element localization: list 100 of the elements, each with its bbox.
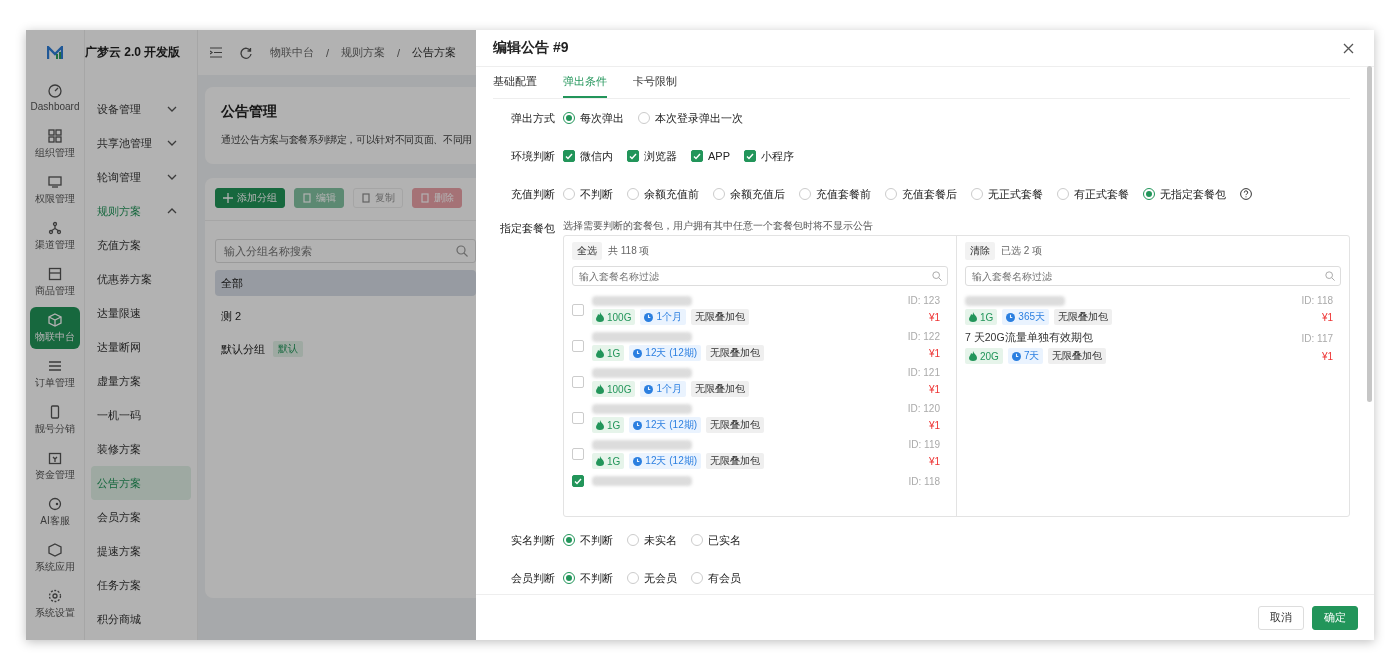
option-label[interactable]: 不判断 (580, 570, 613, 586)
checkbox[interactable] (563, 150, 575, 162)
option-label[interactable]: 本次登录弹出一次 (655, 110, 743, 126)
rail-nav-item[interactable]: 资金管理 (30, 445, 80, 487)
submenu-item[interactable]: 积分商城 (91, 602, 191, 636)
option-label[interactable]: 微信内 (580, 148, 613, 164)
menu-icon[interactable] (210, 47, 222, 58)
submenu-item[interactable]: 提速方案 (91, 534, 191, 568)
option-label[interactable]: 无正式套餐 (988, 186, 1043, 202)
close-icon[interactable] (1343, 42, 1354, 54)
group-list-item[interactable]: 测 2 (215, 303, 476, 329)
radio-button[interactable] (1143, 188, 1155, 200)
rail-nav-item[interactable]: 渠道管理 (30, 215, 80, 257)
package-price: ¥1 (928, 383, 940, 395)
tab[interactable]: 基础配置 (493, 67, 537, 98)
option-label[interactable]: 充值套餐后 (902, 186, 957, 202)
option-label[interactable]: 浏览器 (644, 148, 677, 164)
help-icon[interactable] (1240, 188, 1252, 200)
filter-field[interactable]: 输入套餐名称过滤 (965, 266, 1341, 286)
submenu-item[interactable]: 充值方案 (91, 228, 191, 262)
checkbox[interactable] (744, 150, 756, 162)
radio-button[interactable] (971, 188, 983, 200)
package-price: ¥1 (1321, 350, 1333, 362)
submenu-item[interactable]: 会员方案 (91, 500, 191, 534)
radio-button[interactable] (563, 534, 575, 546)
radio-button[interactable] (885, 188, 897, 200)
checkbox[interactable] (572, 412, 584, 424)
logo-icon (47, 45, 63, 60)
package-tag: 无限叠加包 (691, 309, 750, 325)
refresh-icon[interactable] (240, 46, 252, 59)
option-label[interactable]: 不判断 (580, 532, 613, 548)
panel-action-button[interactable]: 清除 (965, 242, 995, 260)
radio-button[interactable] (627, 572, 639, 584)
option-label[interactable]: 已实名 (708, 532, 741, 548)
footer-button[interactable]: 确定 (1312, 605, 1358, 630)
submenu-item[interactable]: 装修方案 (91, 432, 191, 466)
rail-nav-item[interactable]: 靓号分销 (30, 399, 80, 441)
item-count: 已选 2 项 (1001, 244, 1043, 258)
rail-nav-item[interactable]: 系统设置 (30, 583, 80, 625)
rail-nav-item[interactable]: AI客服 (30, 491, 80, 533)
checkbox[interactable] (572, 304, 584, 316)
submenu-item[interactable]: 一机一码 (91, 398, 191, 432)
rail-nav-item[interactable]: 商品管理 (30, 261, 80, 303)
rail-nav-item[interactable]: 系统应用 (30, 537, 80, 579)
option-label[interactable]: 不判断 (580, 186, 613, 202)
option-label[interactable]: 无指定套餐包 (1160, 186, 1226, 202)
radio-button[interactable] (563, 188, 575, 200)
cube-icon (48, 312, 62, 327)
rail-nav-item[interactable]: 权限管理 (30, 169, 80, 211)
option-label[interactable]: 余额充值后 (730, 186, 785, 202)
radio-button[interactable] (627, 534, 639, 546)
submenu-item[interactable]: 轮询管理 (91, 160, 191, 194)
submenu-item[interactable]: 设备管理 (91, 92, 191, 126)
filter-field[interactable]: 输入套餐名称过滤 (572, 266, 948, 286)
option-label[interactable]: 充值套餐前 (816, 186, 871, 202)
option-label[interactable]: 未实名 (644, 532, 677, 548)
radio-button[interactable] (1057, 188, 1069, 200)
search-field[interactable]: 输入分组名称搜索 (215, 239, 476, 263)
checkbox[interactable] (627, 150, 639, 162)
submenu-item[interactable]: 达量限速 (91, 296, 191, 330)
option-label[interactable]: 有正式套餐 (1074, 186, 1129, 202)
radio-button[interactable] (563, 572, 575, 584)
option-label[interactable]: 有会员 (708, 570, 741, 586)
breadcrumb-item[interactable]: 物联中台 (270, 45, 314, 60)
footer-button[interactable]: 取消 (1258, 605, 1304, 630)
submenu-item[interactable]: 共享池管理 (91, 126, 191, 160)
checkbox[interactable] (572, 340, 584, 352)
package-tag: 无限叠加包 (706, 453, 765, 469)
rail-nav-item[interactable]: 组织管理 (30, 123, 80, 165)
rail-nav-item[interactable]: 订单管理 (30, 353, 80, 395)
radio-button[interactable] (627, 188, 639, 200)
tab[interactable]: 卡号限制 (633, 67, 677, 98)
radio-button[interactable] (638, 112, 650, 124)
option-label[interactable]: 小程序 (761, 148, 794, 164)
option-label[interactable]: 余额充值前 (644, 186, 699, 202)
submenu-item[interactable]: 达量断网 (91, 330, 191, 364)
radio-button[interactable] (691, 534, 703, 546)
panel-action-button[interactable]: 全选 (572, 242, 602, 260)
radio-button[interactable] (713, 188, 725, 200)
radio-button[interactable] (691, 572, 703, 584)
submenu-item[interactable]: 优惠券方案 (91, 262, 191, 296)
option-label[interactable]: APP (708, 150, 730, 162)
option-label[interactable]: 无会员 (644, 570, 677, 586)
package-tag: 100G (592, 381, 636, 397)
tab[interactable]: 弹出条件 (563, 67, 607, 98)
group-list-item[interactable]: 全部 (215, 270, 476, 296)
breadcrumb-item[interactable]: 公告方案 (412, 45, 457, 60)
group-list-item[interactable]: 默认分组 默认 (215, 336, 476, 362)
toolbar-button[interactable]: 添加分组 (215, 188, 285, 208)
radio-button[interactable] (799, 188, 811, 200)
checkbox[interactable] (572, 448, 584, 460)
rail-nav-item[interactable]: Dashboard (30, 77, 80, 119)
checkbox[interactable] (691, 150, 703, 162)
submenu-item[interactable]: 任务方案 (91, 568, 191, 602)
checkbox[interactable] (572, 475, 584, 487)
submenu-item[interactable]: 虚量方案 (91, 364, 191, 398)
option-label[interactable]: 每次弹出 (580, 110, 624, 126)
breadcrumb-item[interactable]: 规则方案 (341, 45, 386, 60)
radio-button[interactable] (563, 112, 575, 124)
checkbox[interactable] (572, 376, 584, 388)
